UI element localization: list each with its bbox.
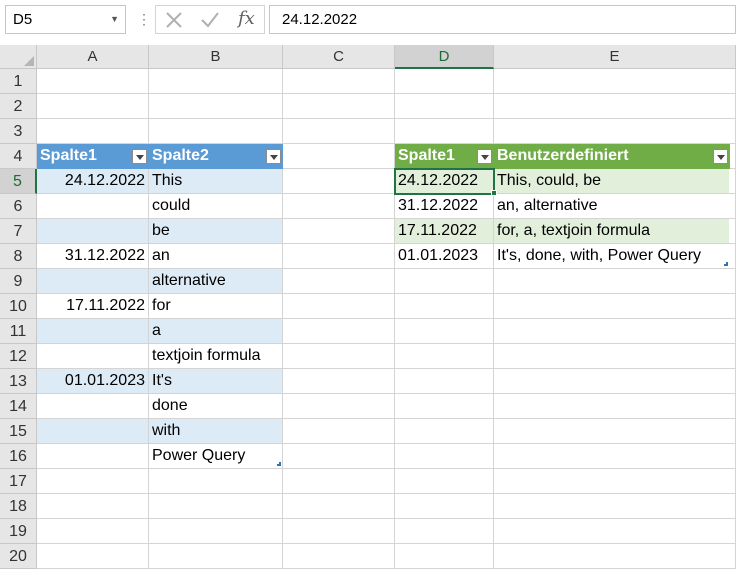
row-header-12[interactable]: 12 xyxy=(0,344,37,369)
table-cell[interactable]: an, alternative xyxy=(494,194,729,218)
table-cell[interactable] xyxy=(37,319,148,343)
row-header-7[interactable]: 7 xyxy=(0,219,37,244)
table-cell[interactable]: It's xyxy=(149,369,282,393)
name-box-value: D5 xyxy=(13,11,33,28)
gridline xyxy=(37,543,736,544)
gridline xyxy=(37,468,736,469)
table-cell[interactable]: done xyxy=(149,394,282,418)
insert-function-icon[interactable]: fx xyxy=(238,8,255,29)
row-header-15[interactable]: 15 xyxy=(0,419,37,444)
table-cell[interactable]: 17.11.2022 xyxy=(37,294,148,318)
row-header-2[interactable]: 2 xyxy=(0,94,37,119)
column-header-c[interactable]: C xyxy=(283,45,395,69)
table-cell[interactable] xyxy=(37,344,148,368)
row-header-5[interactable]: 5 xyxy=(0,169,37,194)
filter-dropdown-icon[interactable] xyxy=(477,149,492,164)
row-header-20[interactable]: 20 xyxy=(0,544,37,569)
table-resize-handle[interactable] xyxy=(724,262,728,266)
table-header-spalte2[interactable]: Spalte2 xyxy=(149,144,283,169)
gridline xyxy=(37,568,736,569)
table-cell[interactable] xyxy=(37,444,148,468)
row-header-8[interactable]: 8 xyxy=(0,244,37,269)
row-header-14[interactable]: 14 xyxy=(0,394,37,419)
gridline xyxy=(37,518,736,519)
table-cell[interactable]: with xyxy=(149,419,282,443)
row-header-10[interactable]: 10 xyxy=(0,294,37,319)
column-header-d[interactable]: D xyxy=(395,45,494,69)
row-header-9[interactable]: 9 xyxy=(0,269,37,294)
row-header-17[interactable]: 17 xyxy=(0,469,37,494)
formula-input[interactable]: 24.12.2022 xyxy=(269,5,736,34)
table-cell[interactable]: textjoin formula xyxy=(149,344,282,368)
table-cell[interactable] xyxy=(37,419,148,443)
row-header-13[interactable]: 13 xyxy=(0,369,37,394)
row-header-6[interactable]: 6 xyxy=(0,194,37,219)
column-header-b[interactable]: B xyxy=(149,45,283,69)
row-header-1[interactable]: 1 xyxy=(0,69,37,94)
cancel-icon[interactable] xyxy=(164,11,184,29)
table-cell[interactable] xyxy=(37,194,148,218)
table-cell[interactable]: for, a, textjoin formula xyxy=(494,219,729,243)
table-cell[interactable] xyxy=(37,394,148,418)
gridline xyxy=(37,93,736,94)
gridline xyxy=(37,118,736,119)
name-box[interactable]: D5 ▼ xyxy=(5,5,126,34)
table-cell[interactable]: It's, done, with, Power Query xyxy=(494,244,729,268)
selected-cell-border xyxy=(394,168,495,195)
enter-check-icon[interactable] xyxy=(200,11,220,29)
column-header-a[interactable]: A xyxy=(37,45,149,69)
row-header-19[interactable]: 19 xyxy=(0,519,37,544)
table-header-benutzerdefiniert[interactable]: Benutzerdefiniert xyxy=(494,144,730,169)
table-cell[interactable]: 31.12.2022 xyxy=(395,194,493,218)
formula-buttons: fx xyxy=(155,5,265,34)
select-all-corner[interactable] xyxy=(0,45,37,69)
table-cell[interactable]: 17.11.2022 xyxy=(395,219,493,243)
table-cell[interactable]: This, could, be xyxy=(494,169,729,193)
row-header-18[interactable]: 18 xyxy=(0,494,37,519)
table-cell[interactable] xyxy=(37,219,148,243)
column-header-e[interactable]: E xyxy=(494,45,736,69)
fill-handle[interactable] xyxy=(491,190,497,196)
table-cell[interactable]: 01.01.2023 xyxy=(395,244,493,268)
table-cell[interactable]: alternative xyxy=(149,269,282,293)
row-header-4[interactable]: 4 xyxy=(0,144,37,169)
table-cell[interactable]: an xyxy=(149,244,282,268)
row-header-11[interactable]: 11 xyxy=(0,319,37,344)
table-cell[interactable]: a xyxy=(149,319,282,343)
chevron-down-icon[interactable]: ▼ xyxy=(110,6,119,33)
table-cell[interactable]: This xyxy=(149,169,282,193)
table-cell[interactable]: Power Query xyxy=(149,444,282,468)
row-header-3[interactable]: 3 xyxy=(0,119,37,144)
filter-dropdown-icon[interactable] xyxy=(266,149,281,164)
table-cell[interactable]: could xyxy=(149,194,282,218)
table-cell[interactable] xyxy=(37,269,148,293)
table-cell[interactable]: 31.12.2022 xyxy=(37,244,148,268)
table-cell[interactable]: for xyxy=(149,294,282,318)
select-all-icon xyxy=(24,56,34,66)
table-resize-handle[interactable] xyxy=(277,462,281,466)
filter-dropdown-icon[interactable] xyxy=(132,149,147,164)
table-cell[interactable]: 01.01.2023 xyxy=(37,369,148,393)
more-options-icon[interactable]: ⋮ xyxy=(137,10,151,28)
formula-bar: D5 ▼ ⋮ fx 24.12.2022 xyxy=(0,0,736,40)
gridline xyxy=(37,493,736,494)
row-header-16[interactable]: 16 xyxy=(0,444,37,469)
table-cell[interactable]: 24.12.2022 xyxy=(37,169,148,193)
filter-dropdown-icon[interactable] xyxy=(713,149,728,164)
table-cell[interactable]: be xyxy=(149,219,282,243)
